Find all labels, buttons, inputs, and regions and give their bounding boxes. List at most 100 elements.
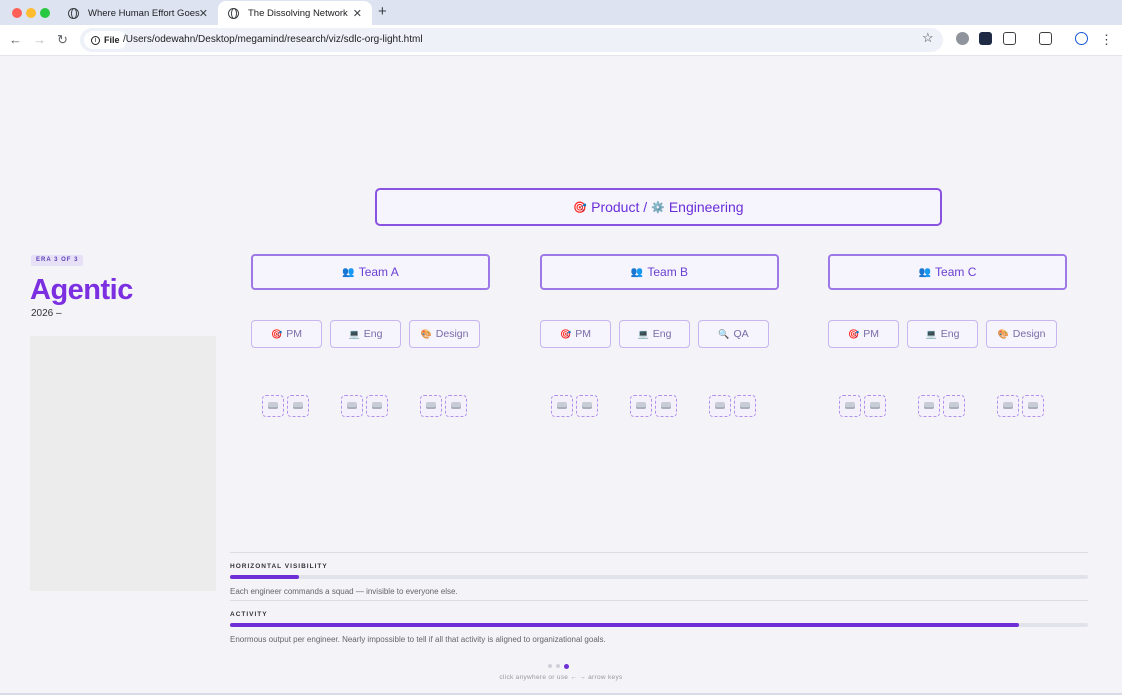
site-info-chip[interactable]: i File: [84, 31, 127, 49]
minimize-window-button[interactable]: [26, 8, 36, 18]
maximize-window-button[interactable]: [40, 8, 50, 18]
role-icon: 🔍: [718, 328, 730, 339]
role-node: 💻 Eng: [619, 320, 690, 348]
role-node: 🔍 QA: [698, 320, 769, 348]
activity-label: ACTIVITY: [230, 611, 268, 618]
horizontal-visibility-description: Each engineer commands a squad — invisib…: [230, 587, 458, 596]
role-icon: 💻: [925, 328, 937, 339]
agent-icon: [918, 395, 940, 417]
role-node: 🎨 Design: [986, 320, 1057, 348]
address-bar[interactable]: i File /Users/odewahn/Desktop/megamind/r…: [80, 28, 943, 52]
era-description-panel: [30, 336, 216, 591]
team-label: Team B: [647, 265, 689, 279]
team-icon: 👥: [342, 266, 355, 278]
role-node: 🎯 PM: [251, 320, 322, 348]
agent-icon: [551, 395, 573, 417]
agent-icon: [341, 395, 363, 417]
pager-dot[interactable]: [548, 664, 552, 668]
product-engineering-node: 🎯 Product / ⚙️ Engineering: [375, 188, 942, 226]
url-text[interactable]: /Users/odewahn/Desktop/megamind/research…: [123, 34, 423, 45]
agent-icon: [262, 395, 284, 417]
role-label: Eng: [363, 328, 383, 340]
extension-icon[interactable]: [956, 32, 969, 45]
profile-icon[interactable]: [1075, 32, 1088, 45]
role-icon: 🎯: [560, 328, 572, 339]
close-tab-icon[interactable]: ✕: [199, 7, 208, 20]
team-label: Team C: [935, 265, 977, 279]
close-tab-icon[interactable]: ✕: [353, 7, 362, 20]
role-icon: 🎨: [420, 328, 432, 339]
new-tab-button[interactable]: +: [378, 3, 387, 20]
divider: [230, 600, 1088, 601]
agent-icon: [630, 395, 652, 417]
extension-k-icon[interactable]: [979, 32, 992, 45]
role-node: 🎨 Design: [409, 320, 480, 348]
horizontal-visibility-fill: [230, 575, 299, 579]
horizontal-visibility-label: HORIZONTAL VISIBILITY: [230, 563, 328, 570]
pager-dot[interactable]: [556, 664, 560, 668]
team-node: 👥 Team C: [828, 254, 1067, 290]
tab-title: The Dissolving Network: [248, 7, 348, 19]
role-label: Design: [435, 328, 469, 340]
role-label: Eng: [940, 328, 960, 340]
activity-description: Enormous output per engineer. Nearly imp…: [230, 635, 606, 644]
tab-where-human-effort-goes[interactable]: Where Human Effort Goes ✕: [58, 1, 218, 25]
role-icon: 🎯: [271, 328, 283, 339]
bookmark-star-icon[interactable]: ☆: [922, 30, 934, 46]
agent-icon: [287, 395, 309, 417]
era-badge: ERA 3 OF 3: [31, 255, 84, 266]
reload-icon[interactable]: ↻: [57, 32, 68, 48]
side-panel-icon[interactable]: [1039, 32, 1052, 45]
agent-icon: [366, 395, 388, 417]
extensions-puzzle-icon[interactable]: [1003, 32, 1016, 45]
era-year: 2026 –: [31, 308, 62, 319]
engineering-label: Engineering: [668, 199, 744, 215]
close-window-button[interactable]: [12, 8, 22, 18]
site-info-label: File: [104, 35, 120, 45]
role-node: 💻 Eng: [330, 320, 401, 348]
agent-icon: [864, 395, 886, 417]
page-content[interactable]: ERA 3 OF 3 Agentic 2026 – 🎯 Product / ⚙️…: [0, 56, 1122, 693]
team-icon: 👥: [918, 266, 932, 278]
role-node: 🎯 PM: [828, 320, 899, 348]
horizontal-visibility-bar: [230, 575, 1088, 579]
tab-title: Where Human Effort Goes: [88, 7, 200, 19]
agent-icon: [839, 395, 861, 417]
role-label: PM: [863, 328, 879, 340]
era-title: Agentic: [30, 274, 133, 306]
agent-icon: [734, 395, 756, 417]
agent-icon: [997, 395, 1019, 417]
role-label: Design: [1012, 328, 1046, 340]
team-node: 👥 Team A: [251, 254, 490, 290]
activity-bar: [230, 623, 1088, 627]
menu-icon[interactable]: ⋮: [1100, 32, 1113, 48]
agent-icon: [1022, 395, 1044, 417]
agent-icon: [943, 395, 965, 417]
role-label: QA: [733, 328, 749, 340]
role-label: PM: [575, 328, 591, 340]
tab-bar: Where Human Effort Goes ✕ The Dissolving…: [0, 0, 1122, 25]
divider: [230, 552, 1088, 553]
pager-dots[interactable]: [548, 663, 569, 669]
activity-fill: [230, 623, 1020, 627]
role-label: PM: [286, 328, 302, 340]
team-icon: 👥: [630, 266, 644, 278]
agent-icon: [709, 395, 731, 417]
info-icon: i: [91, 35, 100, 45]
agent-icon: [655, 395, 677, 417]
globe-icon: [228, 7, 239, 19]
team-node: 👥 Team B: [540, 254, 779, 290]
forward-icon[interactable]: →: [33, 32, 46, 47]
gear-icon: ⚙️: [651, 201, 665, 214]
back-icon[interactable]: ←: [9, 32, 22, 47]
tab-the-dissolving-network[interactable]: The Dissolving Network ✕: [218, 1, 372, 25]
pager-dot-active[interactable]: [564, 663, 569, 669]
role-icon: 💻: [348, 328, 360, 339]
agent-icon: [445, 395, 467, 417]
role-node: 🎯 PM: [540, 320, 611, 348]
role-label: Eng: [652, 328, 672, 340]
product-label: Product /: [591, 199, 648, 215]
browser-toolbar: ← → ↻ i File /Users/odewahn/Desktop/mega…: [0, 25, 1122, 56]
agent-icon: [576, 395, 598, 417]
navigation-hint: click anywhere or use ← → arrow keys: [499, 674, 623, 681]
